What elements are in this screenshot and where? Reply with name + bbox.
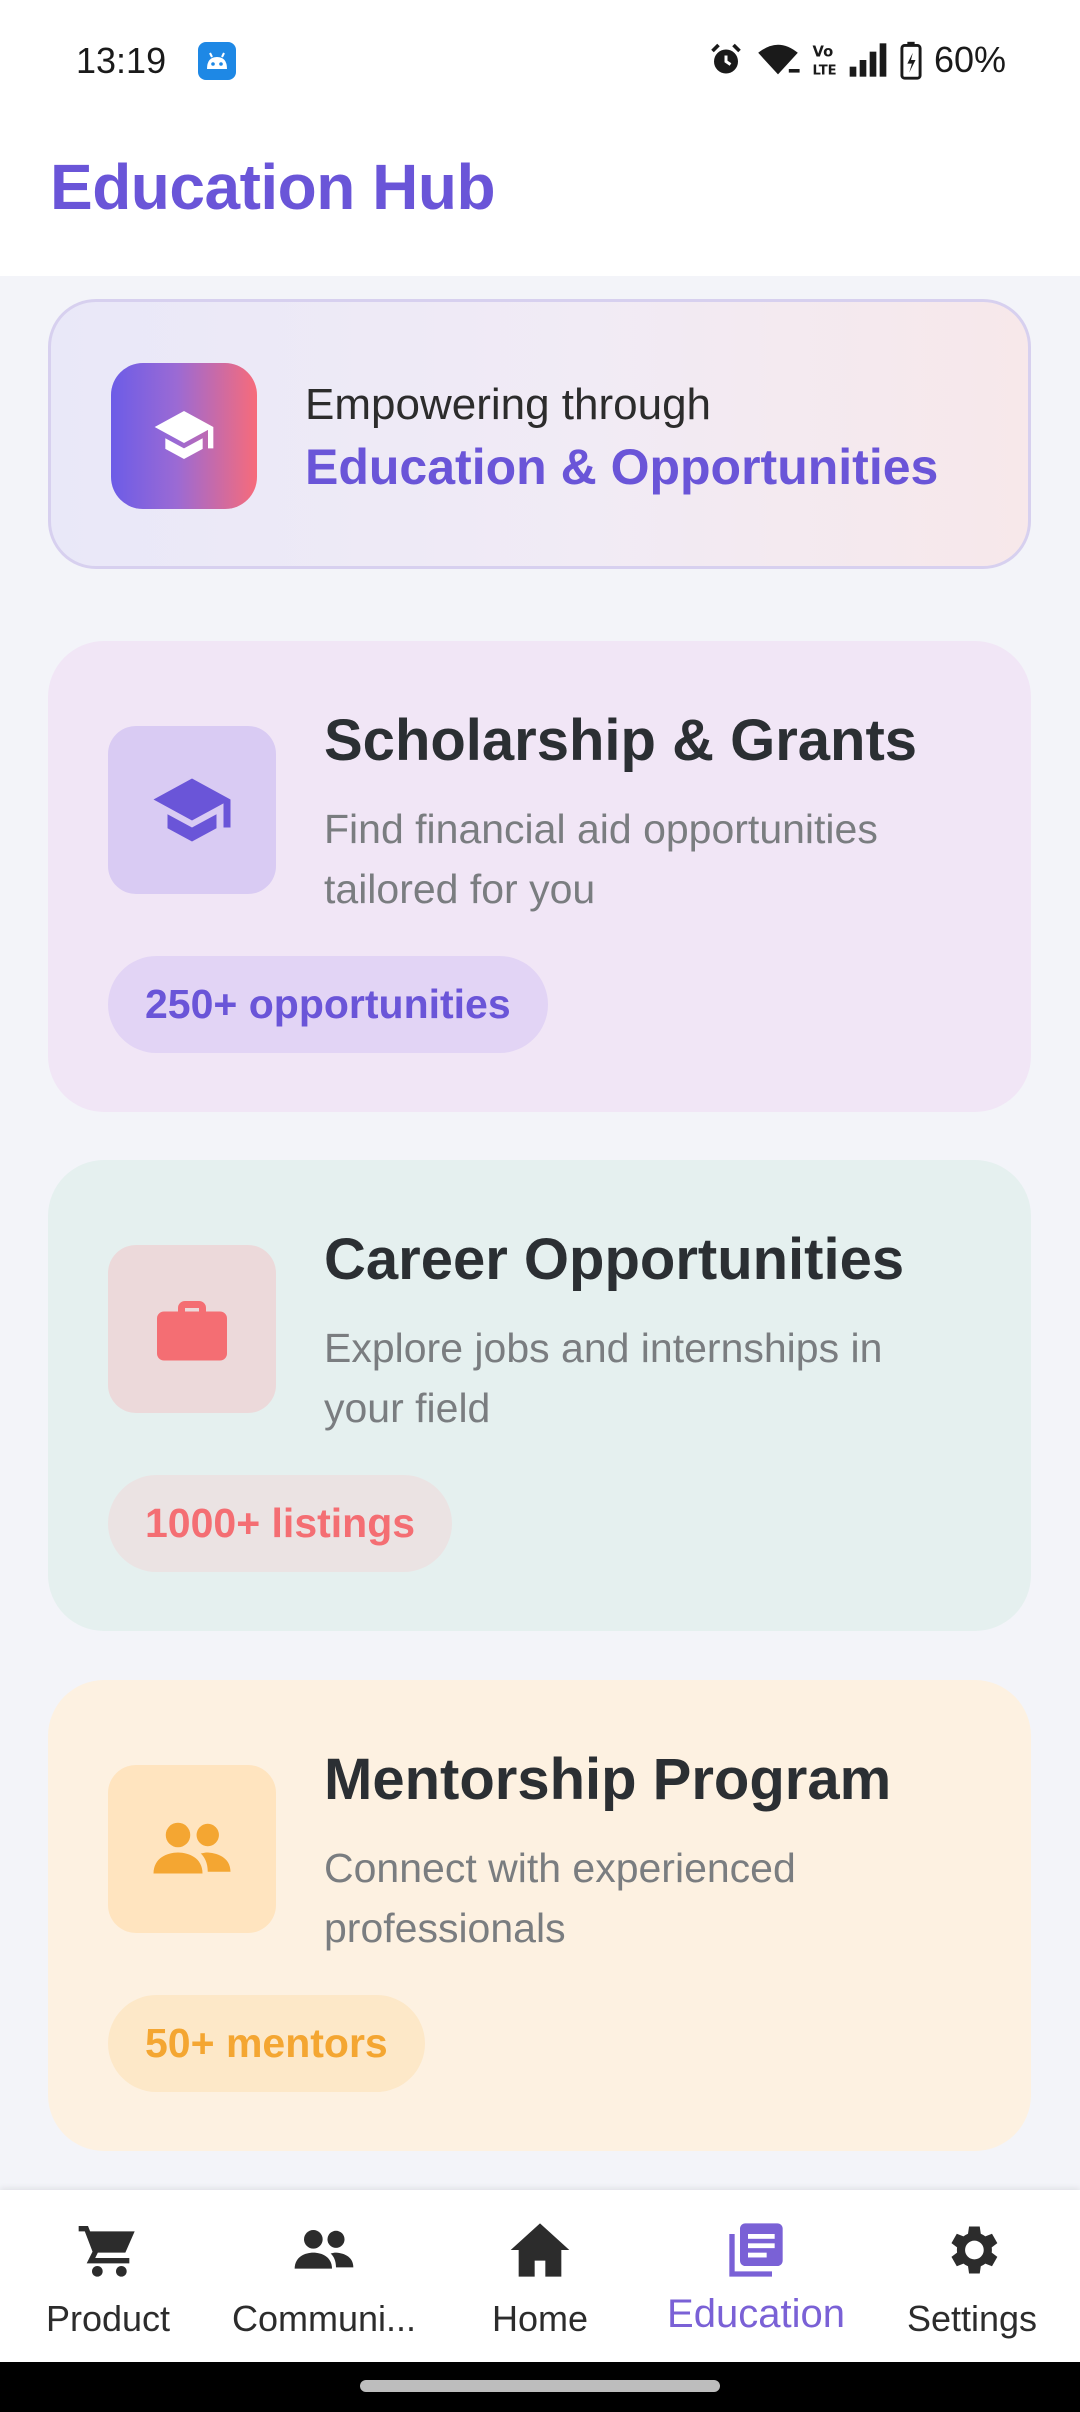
count-badge: 1000+ listings [108,1475,453,1572]
card-description: Explore jobs and internships in your fie… [324,1325,883,1431]
scholarship-card[interactable]: Scholarship & Grants Find financial aid … [48,641,1031,1112]
alarm-icon [708,42,744,78]
banner-title: Education & Opportunities [305,439,939,495]
career-card[interactable]: Career Opportunities Explore jobs and in… [48,1160,1031,1631]
android-debug-icon [198,42,236,80]
nav-label: Education [667,2292,845,2336]
card-title: Mentorship Program [324,1747,892,1812]
nav-label: Home [491,2298,589,2339]
people-icon [108,1765,276,1933]
status-icons: Vo LTE 60% [708,38,1006,82]
nav-item-education[interactable]: Education [648,2190,864,2362]
graduation-cap-icon [111,363,257,509]
briefcase-icon [108,1245,276,1413]
svg-text:LTE: LTE [812,64,835,78]
home-gesture-handle[interactable] [360,2380,720,2392]
page-title: Education Hub [50,151,496,223]
count-badge: 50+ mentors [108,1995,425,2092]
nav-item-settings[interactable]: Settings [864,2190,1080,2362]
banner-subtitle: Empowering through [305,380,712,429]
nav-label: Communi... [231,2298,417,2339]
system-gesture-area [0,2362,1080,2412]
graduation-cap-icon [108,726,276,894]
hero-banner: Empowering through Education & Opportuni… [48,299,1031,569]
status-time: 13:19 [76,40,167,81]
signal-icon [848,43,888,77]
bottom-navigation: Product Communi... Home Education Settin… [0,2190,1080,2362]
status-bar: 13:19 Vo LTE 60% [0,0,1080,122]
wifi-icon [756,42,800,78]
nav-item-home[interactable]: Home [432,2190,648,2362]
battery-percent: 60% [933,39,1006,80]
card-description: Find financial aid opportunities tailore… [324,806,878,912]
card-description: Connect with experienced professionals [324,1845,796,1951]
app-bar: Education Hub [0,122,1080,276]
svg-text:Vo: Vo [812,44,833,61]
count-badge: 250+ opportunities [108,956,548,1053]
nav-item-community[interactable]: Communi... [216,2190,432,2362]
volte-icon: Vo LTE [812,42,835,78]
card-title: Scholarship & Grants [324,708,918,773]
mentorship-card[interactable]: Mentorship Program Connect with experien… [48,1680,1031,2151]
battery-icon [900,40,922,80]
nav-item-product[interactable]: Product [0,2190,216,2362]
card-title: Career Opportunities [324,1227,905,1292]
nav-label: Settings [906,2298,1038,2339]
nav-label: Product [45,2298,171,2339]
